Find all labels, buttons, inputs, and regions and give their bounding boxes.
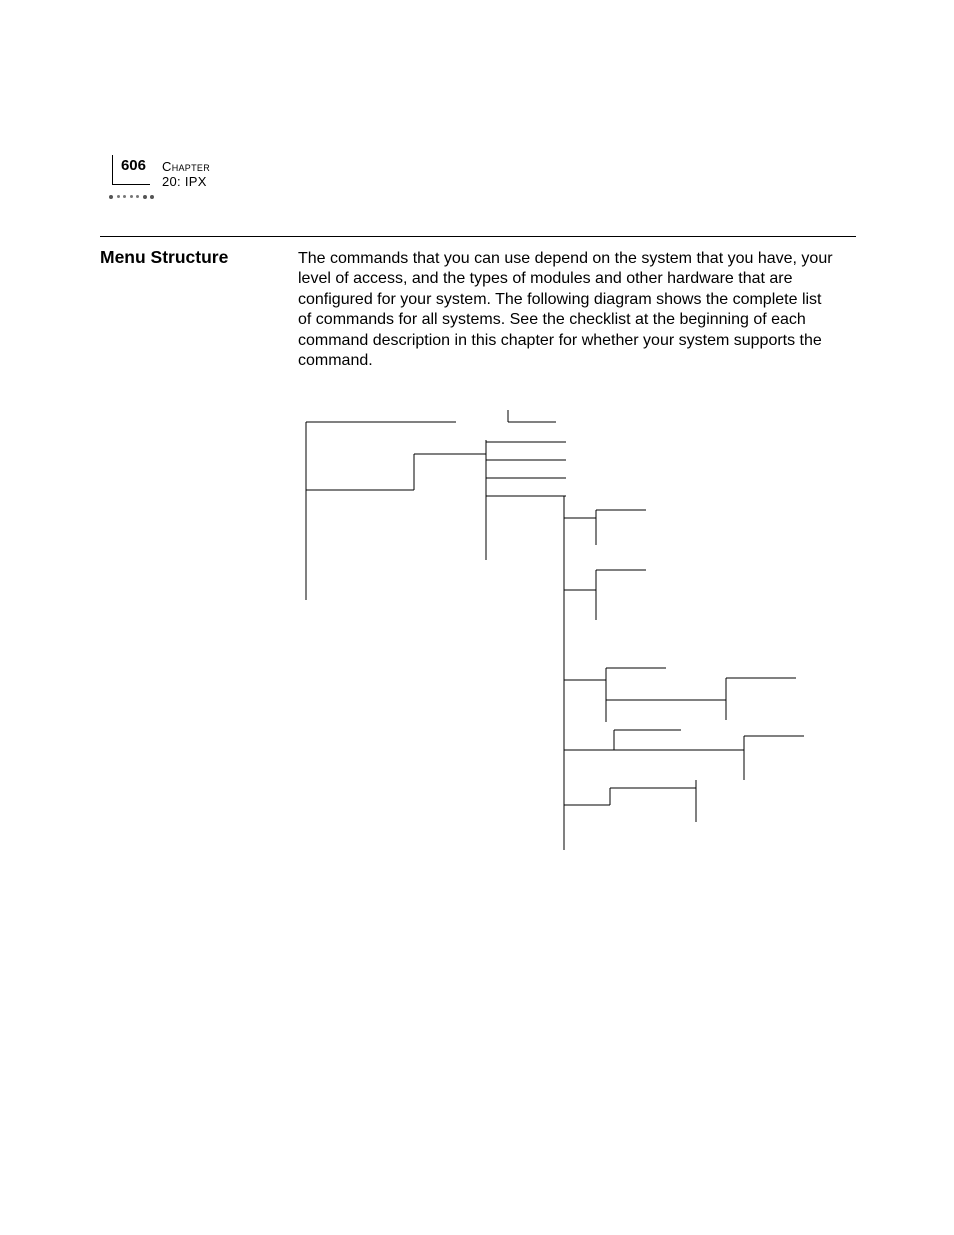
section-heading: Menu Structure (100, 247, 228, 268)
page-number: 606 (121, 157, 146, 174)
horizontal-rule (100, 236, 856, 237)
page-number-box: 606 (112, 155, 150, 185)
page: 606 Chapter 20: IPX Menu Structure The c… (0, 0, 954, 1235)
menu-structure-diagram (296, 410, 856, 870)
chapter-label: Chapter 20: IPX (162, 159, 210, 189)
decorative-dots-icon (109, 188, 165, 198)
section-body: The commands that you can use depend on … (298, 249, 838, 372)
